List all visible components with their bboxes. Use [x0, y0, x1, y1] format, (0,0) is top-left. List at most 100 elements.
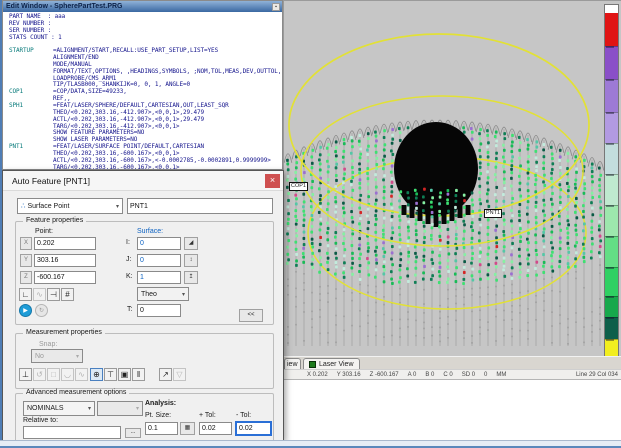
arc-region-icon[interactable]: ◡: [61, 368, 74, 381]
relative-to-input[interactable]: [23, 426, 121, 439]
view-tabstrip: iew Laser View: [283, 356, 621, 369]
i-value-input[interactable]: [137, 237, 181, 250]
vector-pick-button[interactable]: ◢: [184, 237, 198, 250]
x-value-input[interactable]: [34, 237, 96, 250]
scan-profile-icon[interactable]: ∿: [33, 288, 46, 301]
laser-viewport[interactable]: COP1 PNT1: [283, 0, 621, 356]
plus-tol-input[interactable]: [199, 422, 232, 435]
color-scale-segment: [605, 267, 618, 296]
theo-combo[interactable]: Theo ▾: [137, 287, 189, 301]
color-scale-segment: [605, 317, 618, 339]
theo-combo-value: Theo: [141, 291, 157, 298]
retest-button[interactable]: ↻: [35, 304, 48, 317]
color-scale-segment: [605, 112, 618, 143]
y-value-input[interactable]: [34, 254, 96, 267]
status-field: Line 29 Col 034: [576, 372, 621, 378]
code-line: TARG/<0.202,303.16,-600.167>,<0,0,1>: [9, 165, 282, 169]
color-scale-segment: [605, 296, 618, 317]
snap-label: Snap:: [39, 341, 57, 348]
level-icon[interactable]: ⊤: [104, 368, 117, 381]
k-value-input[interactable]: [137, 271, 181, 284]
app-frame-bottom: [0, 440, 621, 448]
chevron-down-icon: ▾: [76, 353, 79, 360]
color-scale-segment: [605, 46, 618, 79]
x-axis-button[interactable]: X: [20, 237, 32, 250]
app-frame-left: [0, 0, 2, 448]
box-region-icon[interactable]: □: [47, 368, 60, 381]
snap-combo-value: No: [35, 353, 44, 360]
color-scale-segment: [605, 236, 618, 267]
probe-point-icon[interactable]: ⊥: [19, 368, 32, 381]
collapse-button[interactable]: <<: [239, 309, 263, 322]
dialog-title[interactable]: Auto Feature [PNT1]: [3, 171, 283, 191]
code-line: COP1=COP/DATA,SIZE=49233,: [9, 89, 282, 96]
status-field: 0: [484, 372, 487, 378]
sphere-shadow: [394, 122, 478, 227]
color-scale-segment: [605, 5, 618, 13]
play-button[interactable]: ▶: [19, 304, 32, 317]
advanced-options-legend: Advanced measurement options: [23, 389, 129, 396]
point-target-icon[interactable]: ⊣: [47, 288, 60, 301]
bars-icon[interactable]: ‖: [132, 368, 145, 381]
pnt-feature-label[interactable]: PNT1: [484, 209, 502, 218]
cop-feature-label[interactable]: COP1: [289, 182, 308, 191]
feature-properties-legend: Feature properties: [23, 217, 86, 224]
scan-svg[interactable]: [284, 1, 621, 356]
edit-window: Edit Window - SpherePartTest.PRG ▪ PART …: [2, 0, 283, 170]
feature-type-value: Surface Point: [27, 203, 69, 210]
status-field: B 0: [425, 372, 434, 378]
edit-window-titlebar[interactable]: Edit Window - SpherePartTest.PRG ▪: [3, 1, 282, 12]
nominals-combo[interactable]: NOMINALS ▾: [23, 401, 95, 416]
measure-iconrow-1: ⊥↺□◡∿: [19, 368, 88, 381]
chevron-down-icon: ▾: [136, 405, 139, 412]
axis-mode-icon[interactable]: ∟: [19, 288, 32, 301]
flip-vector-button[interactable]: ↕: [184, 254, 198, 267]
point-label: Point:: [35, 228, 53, 235]
chevron-down-icon: ▾: [88, 405, 91, 412]
minus-tol-label: - Tol:: [236, 412, 251, 419]
block-icon[interactable]: ▣: [118, 368, 131, 381]
tab-view-partial-label: iew: [287, 360, 298, 370]
z-value-input[interactable]: [34, 271, 96, 284]
code-line: STATS COUNT : 1: [9, 35, 282, 42]
t-value-input[interactable]: [137, 304, 181, 317]
surface-point-icon: ∴: [21, 202, 25, 210]
feature-name-input[interactable]: [127, 198, 273, 214]
close-icon[interactable]: ×: [265, 174, 280, 188]
code-lines[interactable]: PART NAME : aaaREV NUMBER :SER NUMBER :S…: [3, 12, 282, 169]
pixel-size-icon[interactable]: ▦: [180, 422, 195, 435]
color-scale-segment: [605, 174, 618, 205]
rotate-icon[interactable]: ↺: [33, 368, 46, 381]
edit-window-menu-button[interactable]: ▪: [272, 3, 280, 11]
snap-combo[interactable]: No ▾: [31, 349, 83, 363]
surface-label[interactable]: Surface:: [137, 228, 163, 235]
pt-size-input[interactable]: [145, 422, 178, 435]
axis-align-button[interactable]: ↥: [184, 271, 198, 284]
status-bar: X 0.202Y 303.16Z -600.167A 0B 0C 0SD 00M…: [283, 369, 621, 379]
j-value-input[interactable]: [137, 254, 181, 267]
spline-region-icon[interactable]: ∿: [75, 368, 88, 381]
minus-tol-input[interactable]: [235, 421, 272, 436]
status-field: A 0: [408, 372, 417, 378]
code-line: TIP/TLASB000, SHANKIJK=0, 0, 1, ANGLE=0: [9, 82, 282, 89]
grid-icon[interactable]: #: [61, 288, 74, 301]
z-axis-button[interactable]: Z: [20, 271, 32, 284]
y-axis-button[interactable]: Y: [20, 254, 32, 267]
target-icon[interactable]: ⊕: [90, 368, 103, 381]
color-scale-segment: [605, 205, 618, 236]
k-label: K:: [126, 273, 133, 280]
measure-iconrow-3: ↗▽: [159, 368, 186, 381]
plus-tol-label: + Tol:: [199, 412, 216, 419]
browse-button[interactable]: ...: [125, 428, 141, 438]
pointer-flow-icon[interactable]: ↗: [159, 368, 172, 381]
nominals-combo-value: NOMINALS: [27, 405, 64, 412]
filter-icon[interactable]: ▽: [173, 368, 186, 381]
chevron-down-icon: ▾: [182, 291, 185, 298]
color-scale-segment: [605, 143, 618, 174]
laser-view-icon: [309, 361, 316, 368]
nominals-mode-combo[interactable]: ▾: [97, 401, 143, 416]
code-line: SHOW FEATURE PARAMETERS=NO: [9, 130, 282, 137]
status-field: Y 303.16: [337, 372, 361, 378]
tab-laser-view-label: Laser View: [319, 360, 354, 370]
feature-type-combo[interactable]: ∴ Surface Point ▾: [17, 198, 123, 214]
